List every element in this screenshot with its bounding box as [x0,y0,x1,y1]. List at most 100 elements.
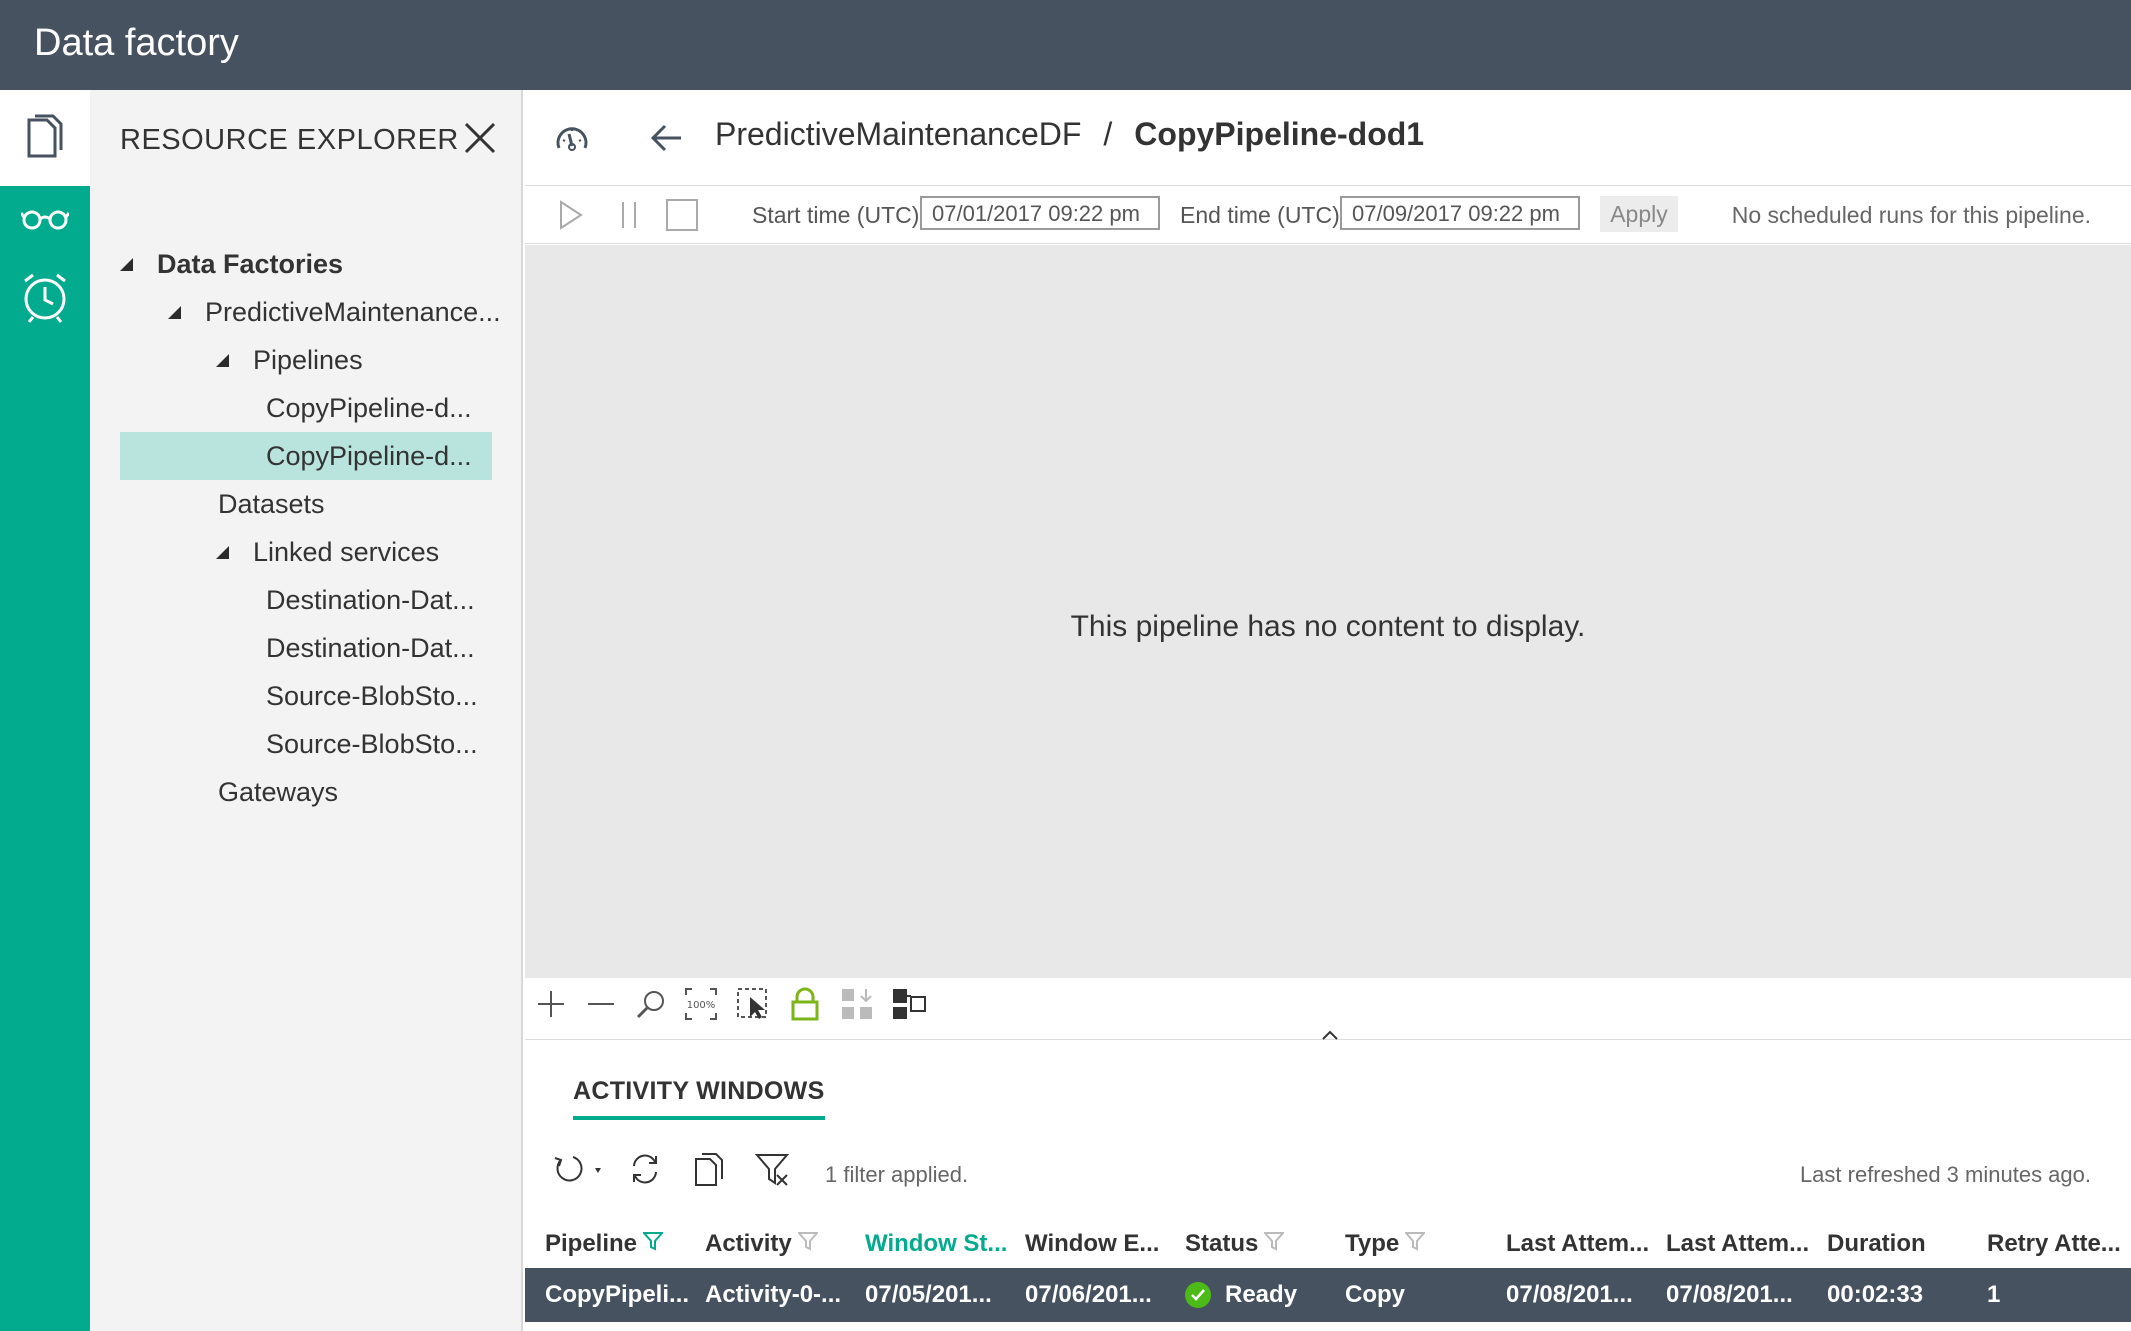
run-button[interactable] [557,200,585,230]
tree-item-data-factories[interactable]: Data Factories [120,240,343,288]
refresh-button[interactable] [625,1152,665,1192]
filter-icon[interactable] [796,1230,819,1258]
tree-item-factory[interactable]: PredictiveMaintenance... [168,288,501,336]
stop-button[interactable] [665,198,699,232]
column-label: Type [1345,1230,1400,1257]
chevron-up-icon [1320,1028,1340,1045]
back-button[interactable] [647,118,687,158]
start-time-input[interactable]: 07/01/2017 09:22 pm [920,196,1160,230]
clear-filter-icon [754,1151,791,1193]
svg-text:100%: 100% [687,1000,716,1011]
main-area: PredictiveMaintenanceDF / CopyPipeline-dod… [525,90,2131,1331]
arrange-button[interactable] [839,988,875,1024]
filter-icon[interactable] [1404,1230,1427,1258]
column-window-end[interactable]: Window E... [1025,1230,1159,1258]
tree-item-label: Pipelines [253,344,363,375]
close-icon [460,122,500,162]
empty-canvas-message: This pipeline has no content to display. [1070,610,1586,643]
zoom-out-button[interactable] [583,988,619,1024]
expand-panel-button[interactable] [1320,1028,1340,1040]
cell-activity: Activity-0-... [705,1281,842,1308]
tree-item-label: Linked services [253,536,440,567]
column-window-start[interactable]: Window St... [865,1230,1007,1258]
column-label: Duration [1827,1230,1926,1257]
tree-item-label: Source-BlobSto... [266,680,478,711]
end-time-input[interactable]: 07/09/2017 09:22 pm [1340,196,1580,230]
tree-item-linked-services[interactable]: Linked services [216,528,439,576]
collapse-icon[interactable] [120,257,133,271]
zoom-100-button[interactable]: 100% [683,987,719,1024]
column-duration[interactable]: Duration [1827,1230,1926,1258]
minus-icon [586,989,616,1024]
magnifier-icon [635,988,667,1025]
tree-item-linked-service[interactable]: Source-BlobSto... [266,720,478,768]
tree-item-label: Destination-Dat... [266,632,475,663]
table-row[interactable]: CopyPipeli... Activity-0-... 07/05/201..… [525,1268,2131,1322]
schedule-status-message: No scheduled runs for this pipeline. [1731,202,2091,228]
column-label: Last Attem... [1666,1230,1810,1257]
tab-activity-windows[interactable]: ACTIVITY WINDOWS [573,1077,825,1120]
collapse-icon[interactable] [216,545,229,559]
zoom-in-button[interactable] [533,988,569,1024]
filter-icon[interactable] [641,1230,665,1258]
cell-duration: 00:02:33 [1827,1281,1924,1308]
breadcrumb-separator: / [1103,116,1113,152]
cell-last-attempt-end: 07/08/201... [1666,1281,1793,1308]
tree-item-pipelines[interactable]: Pipelines [216,336,363,384]
column-label: Retry Atte... [1987,1230,2121,1257]
tree-item-gateways[interactable]: Gateways [218,768,338,816]
close-explorer-button[interactable] [460,118,500,158]
column-last-attempt-start[interactable]: Last Attem... [1506,1230,1649,1258]
tree-item-linked-service[interactable]: Destination-Dat... [266,624,475,672]
grid-header: Pipeline Activity Window St... Window E.… [525,1220,2131,1268]
resource-explorer-panel: RESOURCE EXPLORER Data Factories Predict… [90,90,523,1331]
collapse-icon[interactable] [168,305,181,319]
gauge-icon [553,127,591,162]
activity-windows-toolbar: 1 filter applied. Last refreshed 3 minut… [525,1148,2131,1198]
pause-button[interactable] [617,200,641,230]
column-type[interactable]: Type [1345,1230,1427,1258]
column-status[interactable]: Status [1185,1230,1286,1258]
layout-icon [891,987,927,1026]
column-label: Window St... [865,1230,1008,1257]
lock-button[interactable] [787,987,823,1024]
tree-item-label: Gateways [218,776,339,807]
collapse-icon[interactable] [216,353,229,367]
column-retry-attempts[interactable]: Retry Atte... [1987,1230,2121,1258]
tree-item-label: Source-BlobSto... [266,728,478,759]
app-title: Data factory [34,22,239,64]
dashboard-button[interactable] [553,120,591,158]
monitor-button[interactable] [0,186,90,256]
left-rail [0,90,90,1331]
breadcrumb-factory[interactable]: PredictiveMaintenanceDF [715,116,1081,152]
clear-filter-button[interactable] [753,1152,793,1192]
apply-button[interactable]: Apply [1600,196,1678,232]
layout-button[interactable] [891,988,927,1024]
column-activity[interactable]: Activity [705,1230,819,1258]
filter-icon[interactable] [1263,1230,1286,1258]
tree-item-linked-service[interactable]: Source-BlobSto... [266,672,478,720]
cell-status: Ready [1185,1281,1297,1309]
tree-item-linked-service[interactable]: Destination-Dat... [266,576,475,624]
select-button[interactable] [735,987,771,1024]
explorer-title: RESOURCE EXPLORER [120,124,459,156]
tree-item-datasets[interactable]: Datasets [218,480,325,528]
tree-item-pipeline-selected[interactable]: CopyPipeline-d... [120,432,492,480]
cell-retry-attempts: 1 [1987,1281,2001,1308]
status-label: Ready [1225,1281,1298,1308]
column-last-attempt-end[interactable]: Last Attem... [1666,1230,1809,1258]
pipeline-canvas[interactable]: This pipeline has no content to display. [525,245,2131,978]
tree-item-label: CopyPipeline-d... [266,392,472,423]
zoom-to-fit-button[interactable] [633,988,669,1024]
play-icon [557,200,585,235]
rerun-button[interactable] [549,1152,609,1192]
column-pipeline[interactable]: Pipeline [545,1230,665,1258]
tree-item-pipeline[interactable]: CopyPipeline-d... [266,384,472,432]
alerts-button[interactable] [0,256,90,342]
filter-status: 1 filter applied. [825,1162,969,1187]
column-label: Status [1185,1230,1259,1257]
column-label: Window E... [1025,1230,1160,1257]
resource-explorer-button[interactable] [0,90,90,186]
copy-button[interactable] [689,1152,729,1192]
pipeline-header: PredictiveMaintenanceDF / CopyPipeline-dod… [525,90,2131,186]
